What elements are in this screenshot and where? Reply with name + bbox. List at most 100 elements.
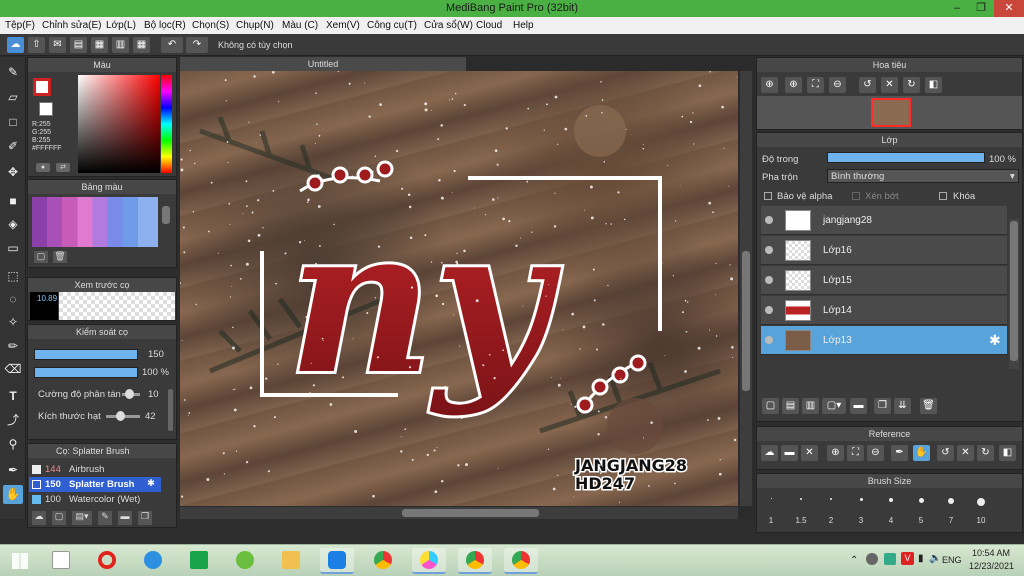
zoom-in-icon[interactable]: ⊕: [761, 77, 778, 93]
navigator-thumbnail[interactable]: [871, 98, 911, 127]
tray-v-icon[interactable]: V: [901, 552, 914, 565]
visibility-icon[interactable]: [765, 216, 773, 224]
fit-icon[interactable]: ⛶: [807, 77, 824, 93]
saturation-value-picker[interactable]: [78, 75, 160, 173]
reference-flip-icon[interactable]: ◧: [999, 445, 1016, 461]
brush-size-option-1[interactable]: 1: [756, 489, 786, 529]
brush-opacity-slider[interactable]: [34, 367, 138, 378]
grid-icon[interactable]: ▦: [133, 37, 150, 53]
network-icon[interactable]: ▮: [918, 553, 924, 564]
hand-tool-icon[interactable]: ✋: [3, 485, 23, 504]
horizontal-scroll-thumb[interactable]: [402, 509, 539, 517]
tray-icon[interactable]: [866, 553, 878, 565]
brush-size-option-5[interactable]: 5: [906, 489, 936, 529]
visibility-icon[interactable]: [765, 276, 773, 284]
taskbar-opera[interactable]: [90, 548, 124, 574]
brush-item-watercolor[interactable]: 100 Watercolor (Wet): [29, 492, 161, 507]
palette-scrollbar[interactable]: [162, 206, 170, 224]
taskbar-medibang[interactable]: [412, 548, 446, 574]
reference-open-icon[interactable]: ▬: [781, 445, 798, 461]
layer-row-lop15[interactable]: Lớp15: [761, 266, 1007, 295]
reference-zoom-in-icon[interactable]: ⊕: [827, 445, 844, 461]
layer-row-jangjang28[interactable]: jangjang28: [761, 206, 1007, 235]
bucket-tool-icon[interactable]: ◈: [3, 215, 23, 234]
new-halftone-layer-icon[interactable]: ▤: [782, 398, 799, 414]
blend-mode-select[interactable]: Bình thường ▾: [827, 169, 1019, 183]
merge-layer-icon[interactable]: ⇊: [894, 398, 911, 414]
taskbar-file-app[interactable]: [44, 548, 78, 574]
brush-folder-icon[interactable]: ▬: [118, 511, 132, 525]
brush-size-option-2[interactable]: 2: [816, 489, 846, 529]
menu-layer[interactable]: Lớp(L): [106, 20, 136, 31]
brush-cloud-icon[interactable]: ☁: [32, 511, 46, 525]
duplicate-layer-icon[interactable]: ❐: [874, 398, 891, 414]
rotate-left-icon[interactable]: ↺: [859, 77, 876, 93]
drawing-canvas[interactable]: ny JANGJANG28 HD247: [180, 71, 738, 506]
color-swap-icon[interactable]: ⇄: [56, 163, 70, 172]
reference-fit-icon[interactable]: ⛶: [847, 445, 864, 461]
select-pen-icon[interactable]: ✏: [3, 337, 23, 356]
zoom-out-icon[interactable]: ⊖: [829, 77, 846, 93]
menu-view[interactable]: Xem(V): [326, 20, 360, 31]
new-layer-icon[interactable]: ▢: [762, 398, 779, 414]
brush-item-airbrush[interactable]: 144 Airbrush: [29, 462, 161, 477]
share-icon[interactable]: ⇧: [28, 37, 45, 53]
language-indicator[interactable]: ENG: [942, 555, 962, 565]
brush-control-scrollbar[interactable]: [168, 389, 173, 431]
layer-row-lop14[interactable]: Lớp14: [761, 296, 1007, 325]
reference-hand-icon[interactable]: ✋: [913, 445, 930, 461]
reference-rotate-left-icon[interactable]: ↺: [937, 445, 954, 461]
taskbar-chrome-2[interactable]: [458, 548, 492, 574]
brush-settings-gear-icon[interactable]: ✱: [147, 478, 155, 489]
select-rect-icon[interactable]: ⬚: [3, 267, 23, 286]
foreground-color-swatch[interactable]: [33, 78, 51, 96]
fill-rect-tool-icon[interactable]: ■: [3, 192, 23, 211]
reference-zoom-out-icon[interactable]: ⊖: [867, 445, 884, 461]
reference-fit-screen-icon[interactable]: ✕: [957, 445, 974, 461]
tray-icon[interactable]: [884, 553, 896, 565]
brush-size-option-7[interactable]: 7: [936, 489, 966, 529]
brush-size-option-10[interactable]: 10: [966, 489, 996, 529]
comment-icon[interactable]: ✉: [49, 37, 66, 53]
palette-delete-icon[interactable]: 🗑: [53, 251, 67, 263]
vertical-scroll-thumb[interactable]: [742, 251, 750, 391]
pen-tool-icon[interactable]: ✐: [3, 137, 23, 156]
particle-size-knob[interactable]: [116, 411, 125, 421]
menu-window[interactable]: Cửa sổ(W): [424, 20, 473, 31]
protect-alpha-checkbox[interactable]: [764, 192, 772, 200]
menu-select[interactable]: Chọn(S): [192, 20, 229, 31]
brush-copy-icon[interactable]: ❐: [138, 511, 152, 525]
restore-button[interactable]: ❐: [968, 0, 994, 17]
brush-size-option-1-5[interactable]: 1.5: [786, 489, 816, 529]
reference-rotate-right-icon[interactable]: ↻: [977, 445, 994, 461]
reference-eyedropper-icon[interactable]: ✒: [891, 445, 908, 461]
eraser-tool-icon[interactable]: ▱: [3, 88, 23, 107]
close-button[interactable]: ✕: [994, 0, 1024, 17]
document-tab[interactable]: Untitled: [180, 57, 466, 71]
canvas-vertical-scrollbar[interactable]: [740, 71, 752, 506]
brush-new-icon[interactable]: ▢: [52, 511, 66, 525]
menu-cloud[interactable]: Cloud: [476, 20, 502, 31]
taskbar-ie[interactable]: [136, 548, 170, 574]
brush-size-option-3[interactable]: 3: [846, 489, 876, 529]
taskbar-explorer[interactable]: [274, 548, 308, 574]
visibility-icon[interactable]: [765, 246, 773, 254]
eyedropper-tool-icon[interactable]: ⚲: [3, 435, 23, 454]
menu-help[interactable]: Help: [513, 20, 534, 31]
flip-icon[interactable]: ◧: [925, 77, 942, 93]
panel-icon[interactable]: ▥: [112, 37, 129, 53]
reference-cloud-icon[interactable]: ☁: [761, 445, 778, 461]
operation-tool-icon[interactable]: ⤴: [3, 411, 23, 430]
taskbar-chrome[interactable]: [366, 548, 400, 574]
lock-checkbox[interactable]: [939, 192, 947, 200]
clipping-checkbox[interactable]: [852, 192, 860, 200]
layer-row-lop13[interactable]: Lớp13 ✱: [761, 326, 1007, 355]
cloud-icon[interactable]: ☁: [7, 37, 24, 53]
brush-size-slider[interactable]: [34, 349, 138, 360]
zoom-in-icon[interactable]: ⊕: [785, 77, 802, 93]
visibility-icon[interactable]: [765, 336, 773, 344]
new-8bit-layer-icon[interactable]: ▥: [802, 398, 819, 414]
reference-close-icon[interactable]: ✕: [801, 445, 818, 461]
minimize-button[interactable]: –: [944, 0, 970, 17]
tray-chevron-up-icon[interactable]: ⌃: [850, 555, 858, 566]
